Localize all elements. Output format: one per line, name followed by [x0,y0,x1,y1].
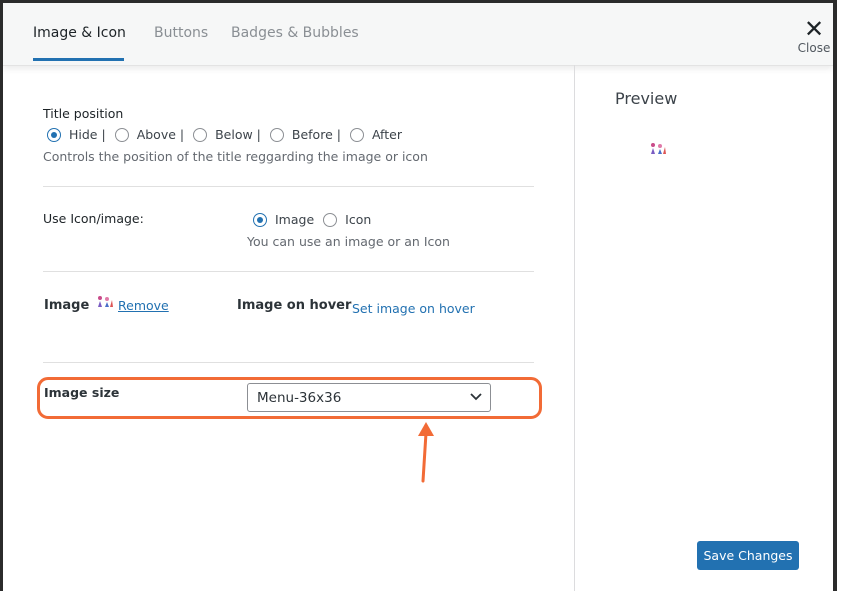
image-on-hover-label: Image on hover [237,298,352,313]
radio-icon-label: Icon [345,212,372,227]
active-tab-indicator [33,58,124,61]
section-divider [43,186,534,187]
image-label: Image [44,298,90,313]
radio-after-label: After [371,127,402,142]
preview-image-icon [649,141,667,155]
panel-divider [574,65,575,591]
use-image-option[interactable]: Image [253,212,314,227]
image-size-selected-value: Menu-36x36 [257,390,342,406]
preview-title: Preview [615,89,678,108]
title-position-above[interactable]: Above | [114,127,185,142]
title-position-before[interactable]: Before | [269,127,341,142]
window-frame [0,0,837,591]
radio-image[interactable] [253,212,267,227]
radio-hide[interactable] [47,127,61,142]
tab-badges-bubbles[interactable]: Badges & Bubbles [231,25,359,41]
radio-before-label: Before | [291,127,341,142]
use-icon-option[interactable]: Icon [323,212,371,227]
close-button[interactable]: ✕ Close [797,15,831,55]
title-position-label: Title position [43,106,124,121]
tab-image-icon[interactable]: Image & Icon [33,25,126,41]
use-icon-image-options: Image Icon [253,212,380,227]
save-changes-button[interactable]: Save Changes [697,541,799,570]
title-position-below[interactable]: Below | [193,127,261,142]
title-position-options: Hide | Above | Below | Before | After [47,127,411,142]
radio-below[interactable] [193,127,208,142]
radio-before[interactable] [269,127,284,142]
radio-image-label: Image [275,212,315,227]
tab-buttons[interactable]: Buttons [154,25,208,41]
title-position-after[interactable]: After [349,127,402,142]
radio-above[interactable] [114,127,129,142]
radio-after[interactable] [349,127,364,142]
title-position-description: Controls the position of the title regga… [43,149,428,164]
section-divider [43,362,534,363]
radio-icon[interactable] [323,212,338,227]
tab-bar [3,3,833,66]
use-icon-image-description: You can use an image or an Icon [247,234,450,249]
radio-below-label: Below | [215,127,261,142]
close-label: Close [797,41,831,55]
image-size-label: Image size [44,385,120,400]
image-size-select[interactable]: Menu-36x36 [247,383,491,412]
chevron-down-icon [470,393,482,401]
use-icon-image-label: Use Icon/image: [43,211,144,226]
title-position-hide[interactable]: Hide | [47,127,106,142]
close-icon: ✕ [803,15,825,43]
annotation-arrow-icon [418,422,434,483]
radio-hide-label: Hide | [69,127,106,142]
radio-above-label: Above | [136,127,185,142]
set-image-on-hover-link[interactable]: Set image on hover [352,301,475,316]
section-divider [43,271,534,272]
image-thumbnail-icon [96,294,114,308]
remove-image-link[interactable]: Remove [118,298,169,313]
